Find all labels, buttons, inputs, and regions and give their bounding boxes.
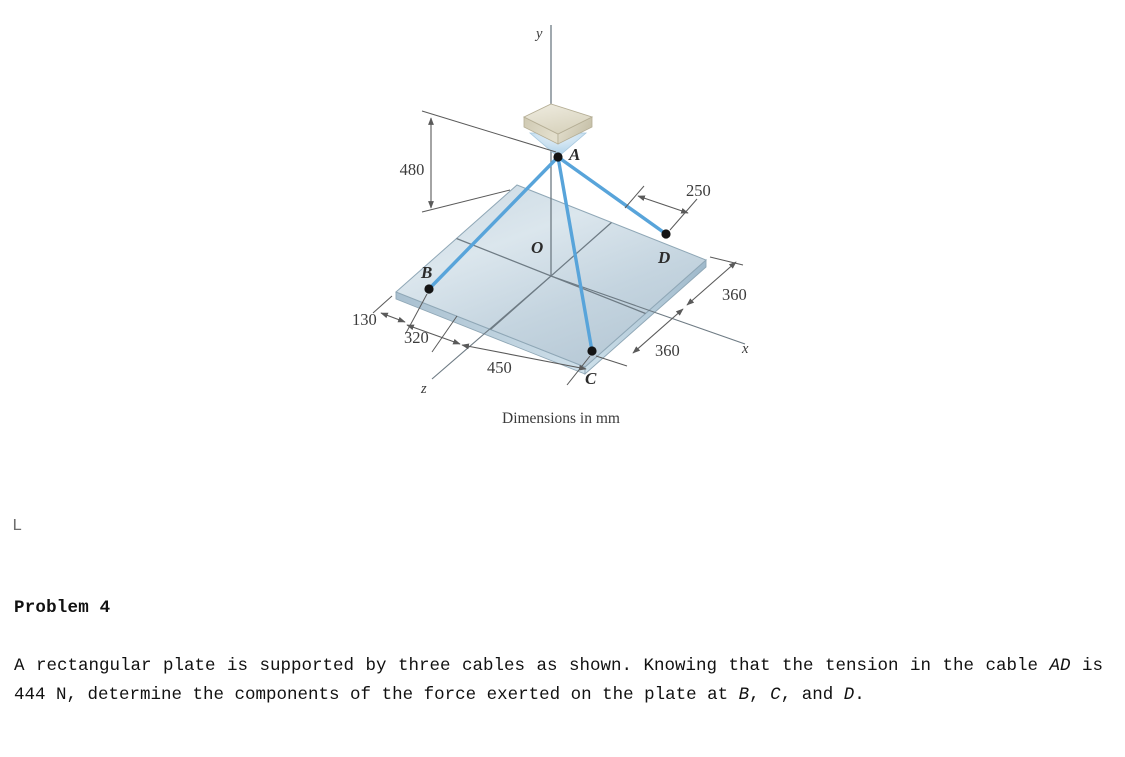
x-axis-label: x	[741, 341, 749, 357]
problem-line-2-pre: that the tension in the cable	[728, 656, 1050, 676]
dim-360u-ext-top	[709, 256, 744, 266]
dim-360l-ext-bottom	[595, 355, 628, 367]
problem-heading: Problem 4	[14, 598, 111, 618]
point-a-dot	[553, 152, 563, 162]
origin-label: O	[531, 238, 543, 257]
problem-body-text: A rectangular plate is supported by thre…	[14, 652, 1103, 709]
dim-360u-label: 360	[722, 285, 747, 304]
point-b-reference: B	[738, 684, 750, 705]
cable-ad-reference: AD	[1049, 656, 1071, 676]
dim-130-line	[380, 312, 406, 323]
figure-caption: Dimensions in mm	[502, 410, 620, 427]
dim-360l-label: 360	[655, 341, 680, 360]
point-d-label: D	[657, 248, 670, 267]
point-a-label: A	[568, 145, 580, 164]
point-b-dot	[424, 284, 434, 294]
dimension-250: 250	[624, 181, 711, 231]
dim-320-ext-right	[431, 315, 458, 353]
dim-250-line	[637, 195, 689, 214]
point-b-label: B	[420, 263, 432, 282]
problem-line-1: A rectangular plate is supported by thre…	[14, 656, 717, 676]
z-axis-label: z	[420, 381, 427, 397]
dim-250-ext-right	[669, 198, 698, 231]
point-d-reference: D	[843, 684, 855, 705]
dim-450-label: 450	[487, 358, 512, 377]
point-c-reference: C	[770, 684, 781, 705]
anchor-assembly	[522, 103, 594, 158]
point-c-dot	[587, 346, 597, 356]
plate-cables-diagram: y x z O A B C D 480 250 130 320 450 360 …	[352, 25, 749, 427]
problem-section: Problem 4 A rectangular plate is support…	[14, 598, 1110, 709]
y-axis-label: y	[534, 26, 543, 42]
dim-130-label: 130	[352, 310, 377, 329]
point-d-dot	[661, 229, 671, 239]
problem-period: .	[854, 684, 865, 705]
problem-line-3-pre: the force exerted on the plate at	[381, 684, 739, 705]
dim-320-label: 320	[404, 328, 429, 347]
point-c-label: C	[585, 369, 597, 388]
stray-glyph: L	[12, 517, 23, 536]
problem-sep-1: ,	[749, 684, 771, 705]
dim-250-label: 250	[686, 181, 711, 200]
problem-sep-2: , and	[780, 684, 844, 705]
figure-container: y x z O A B C D 480 250 130 320 450 360 …	[0, 0, 820, 445]
dim-480-label: 480	[400, 160, 425, 179]
